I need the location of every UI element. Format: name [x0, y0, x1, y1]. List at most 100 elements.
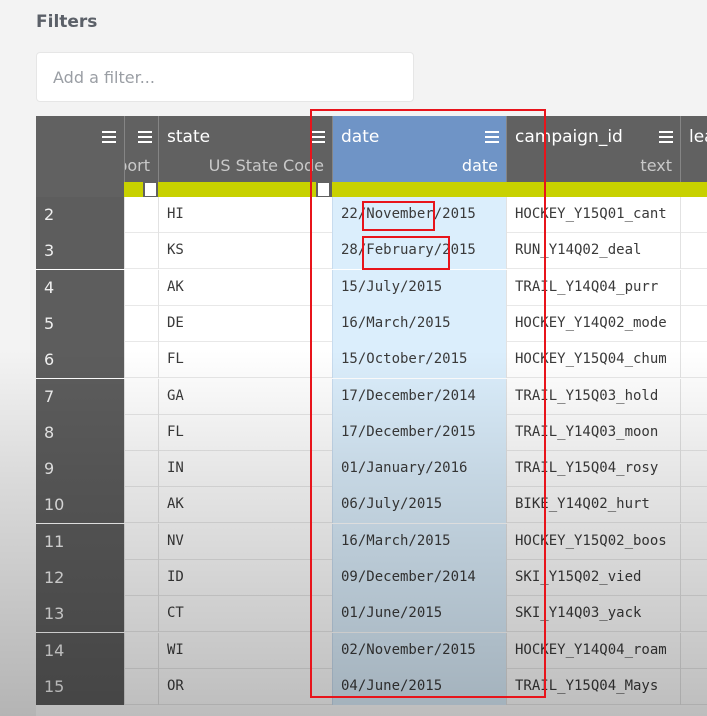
- row-index[interactable]: 10: [36, 487, 124, 524]
- row-index[interactable]: 9: [36, 451, 124, 488]
- cell-import[interactable]: [124, 378, 158, 415]
- cell-lead[interactable]: [680, 560, 707, 596]
- cell-import[interactable]: [124, 233, 158, 270]
- cell-import[interactable]: [124, 560, 158, 596]
- cell-import[interactable]: [124, 342, 158, 379]
- table-row[interactable]: 14 WI 02/November/2015 HOCKEY_Y14Q04_roam: [36, 632, 707, 669]
- cell-state[interactable]: CT: [158, 596, 332, 633]
- column-menu-icon[interactable]: [485, 131, 499, 133]
- table-row[interactable]: 12 ID 09/December/2014 SKI_Y15Q02_vied: [36, 560, 707, 596]
- table-row[interactable]: 4 AK 15/July/2015 TRAIL_Y14Q04_purr: [36, 269, 707, 306]
- cell-lead[interactable]: [680, 451, 707, 488]
- cell-lead[interactable]: [680, 305, 707, 342]
- cell-campaign-id[interactable]: HOCKEY_Y14Q04_roam: [506, 632, 680, 669]
- cell-import[interactable]: [124, 451, 158, 488]
- cell-import[interactable]: [124, 523, 158, 560]
- cell-date[interactable]: 02/November/2015: [332, 632, 506, 669]
- cell-campaign-id[interactable]: TRAIL_Y15Q03_hold: [506, 378, 680, 415]
- row-index[interactable]: 2: [36, 197, 124, 233]
- row-index[interactable]: 4: [36, 269, 124, 306]
- table-row[interactable]: 5 DE 16/March/2015 HOCKEY_Y14Q02_mode: [36, 305, 707, 342]
- cell-state[interactable]: AK: [158, 269, 332, 306]
- cell-import[interactable]: [124, 305, 158, 342]
- table-row[interactable]: 13 CT 01/June/2015 SKI_Y14Q03_yack: [36, 596, 707, 633]
- cell-campaign-id[interactable]: HOCKEY_Y15Q02_boos: [506, 523, 680, 560]
- table-row[interactable]: 9 IN 01/January/2016 TRAIL_Y15Q04_rosy: [36, 451, 707, 488]
- cell-date[interactable]: 01/January/2016: [332, 451, 506, 488]
- cell-date[interactable]: 01/June/2015: [332, 596, 506, 633]
- cell-import[interactable]: [124, 596, 158, 633]
- cell-state[interactable]: DE: [158, 305, 332, 342]
- cell-import[interactable]: [124, 487, 158, 524]
- cell-campaign-id[interactable]: HOCKEY_Y14Q02_mode: [506, 305, 680, 342]
- cell-state[interactable]: FL: [158, 414, 332, 451]
- table-row[interactable]: 8 FL 17/December/2015 TRAIL_Y14Q03_moon: [36, 414, 707, 451]
- cell-date[interactable]: 17/December/2014: [332, 378, 506, 415]
- column-menu-icon[interactable]: [659, 131, 673, 133]
- cell-date[interactable]: 16/March/2015: [332, 305, 506, 342]
- cell-lead[interactable]: [680, 632, 707, 669]
- cell-campaign-id[interactable]: SKI_Y14Q03_yack: [506, 596, 680, 633]
- cell-state[interactable]: KS: [158, 233, 332, 270]
- cell-lead[interactable]: [680, 668, 707, 705]
- cell-lead[interactable]: [680, 414, 707, 451]
- row-index[interactable]: 13: [36, 596, 124, 633]
- cell-lead[interactable]: [680, 269, 707, 306]
- cell-state[interactable]: NV: [158, 523, 332, 560]
- add-filter-input[interactable]: [36, 52, 414, 102]
- cell-state[interactable]: WI: [158, 632, 332, 669]
- cell-import[interactable]: [124, 668, 158, 705]
- table-row[interactable]: 2 HI 22/November/2015 HOCKEY_Y15Q01_cant: [36, 197, 707, 233]
- cell-campaign-id[interactable]: TRAIL_Y15Q04_Mays: [506, 668, 680, 705]
- cell-state[interactable]: GA: [158, 378, 332, 415]
- column-header-import[interactable]: port: [124, 116, 158, 182]
- row-index[interactable]: 8: [36, 414, 124, 451]
- cell-state[interactable]: OR: [158, 668, 332, 705]
- table-row[interactable]: 11 NV 16/March/2015 HOCKEY_Y15Q02_boos: [36, 523, 707, 560]
- column-header-state[interactable]: state US State Code: [158, 116, 332, 182]
- cell-state[interactable]: AK: [158, 487, 332, 524]
- column-header-lead[interactable]: lea: [680, 116, 707, 182]
- table-row[interactable]: 6 FL 15/October/2015 HOCKEY_Y15Q04_chum: [36, 342, 707, 379]
- column-header-date[interactable]: date date: [332, 116, 506, 182]
- cell-date[interactable]: 06/July/2015: [332, 487, 506, 524]
- table-row[interactable]: 7 GA 17/December/2014 TRAIL_Y15Q03_hold: [36, 378, 707, 415]
- cell-import[interactable]: [124, 414, 158, 451]
- row-index[interactable]: 6: [36, 342, 124, 379]
- cell-import[interactable]: [124, 197, 158, 233]
- table-row[interactable]: 15 OR 04/June/2015 TRAIL_Y15Q04_Mays: [36, 668, 707, 705]
- cell-lead[interactable]: [680, 197, 707, 233]
- table-row[interactable]: 10 AK 06/July/2015 BIKE_Y14Q02_hurt: [36, 487, 707, 524]
- row-index[interactable]: 15: [36, 668, 124, 705]
- cell-state[interactable]: IN: [158, 451, 332, 488]
- cell-campaign-id[interactable]: TRAIL_Y15Q04_rosy: [506, 451, 680, 488]
- cell-date[interactable]: 15/July/2015: [332, 269, 506, 306]
- cell-date[interactable]: 15/October/2015: [332, 342, 506, 379]
- row-index[interactable]: 7: [36, 378, 124, 415]
- cell-campaign-id[interactable]: BIKE_Y14Q02_hurt: [506, 487, 680, 524]
- cell-campaign-id[interactable]: HOCKEY_Y15Q01_cant: [506, 197, 680, 233]
- column-menu-icon[interactable]: [138, 131, 152, 133]
- cell-campaign-id[interactable]: TRAIL_Y14Q04_purr: [506, 269, 680, 306]
- cell-date[interactable]: 28/February/2015: [332, 233, 506, 270]
- cell-import[interactable]: [124, 269, 158, 306]
- row-index[interactable]: 14: [36, 632, 124, 669]
- cell-lead[interactable]: [680, 487, 707, 524]
- cell-date[interactable]: 09/December/2014: [332, 560, 506, 596]
- row-index[interactable]: 5: [36, 305, 124, 342]
- cell-lead[interactable]: [680, 342, 707, 379]
- cell-lead[interactable]: [680, 596, 707, 633]
- cell-date[interactable]: 17/December/2015: [332, 414, 506, 451]
- row-index[interactable]: 3: [36, 233, 124, 270]
- cell-state[interactable]: ID: [158, 560, 332, 596]
- index-column-menu-icon[interactable]: [102, 131, 116, 133]
- row-index[interactable]: 11: [36, 523, 124, 560]
- cell-state[interactable]: FL: [158, 342, 332, 379]
- cell-date[interactable]: 22/November/2015: [332, 197, 506, 233]
- cell-campaign-id[interactable]: HOCKEY_Y15Q04_chum: [506, 342, 680, 379]
- cell-import[interactable]: [124, 632, 158, 669]
- row-index[interactable]: 12: [36, 560, 124, 596]
- table-row[interactable]: 3 KS 28/February/2015 RUN_Y14Q02_deal: [36, 233, 707, 270]
- cell-date[interactable]: 16/March/2015: [332, 523, 506, 560]
- cell-campaign-id[interactable]: SKI_Y15Q02_vied: [506, 560, 680, 596]
